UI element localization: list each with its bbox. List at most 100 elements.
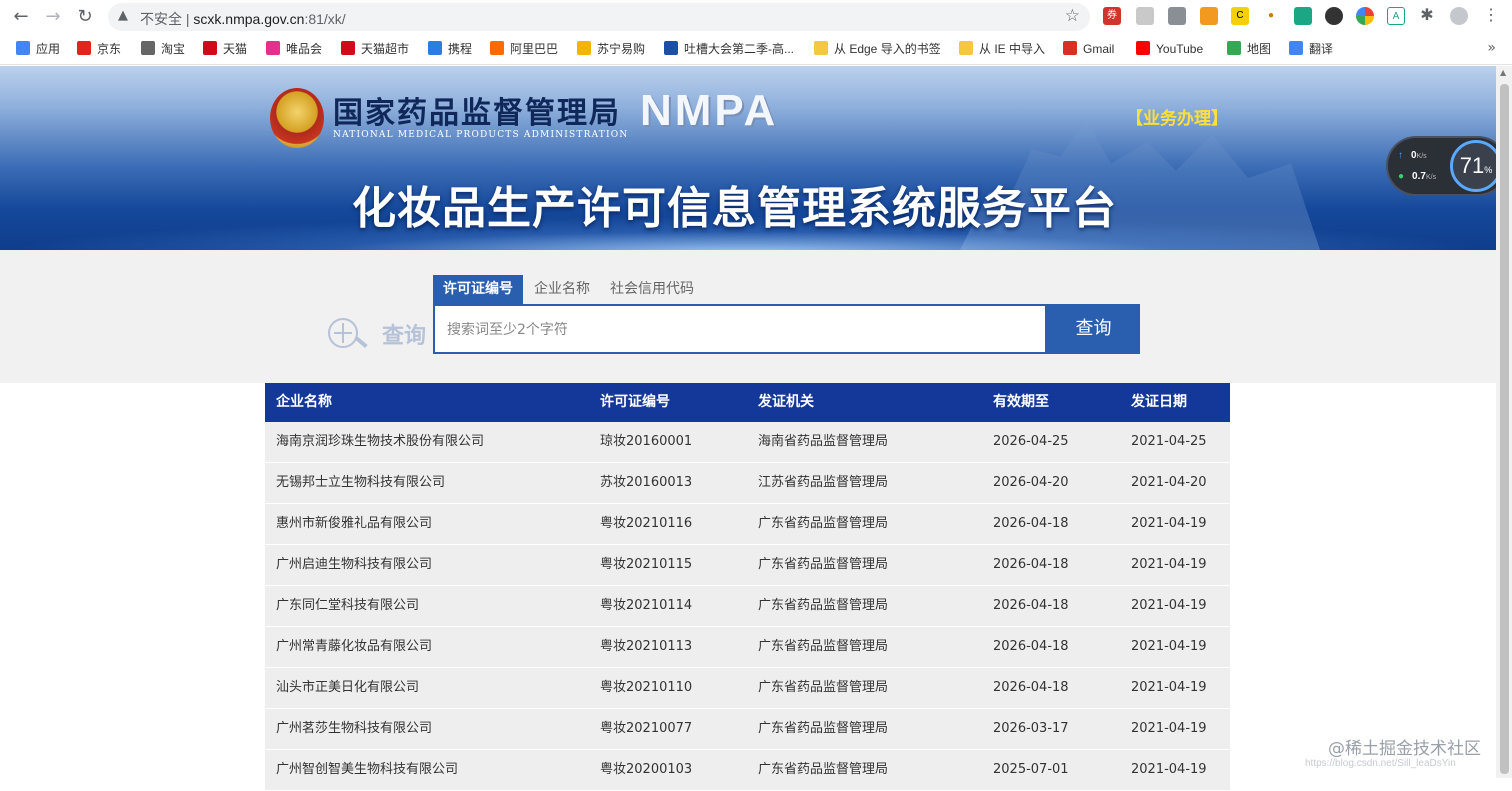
stack-extension-icon[interactable] xyxy=(1168,7,1186,25)
download-arrow-icon: ● xyxy=(1398,171,1405,182)
chrome-extension-icon[interactable] xyxy=(1356,7,1374,25)
ctrip-icon xyxy=(428,41,442,55)
watermark-url: https://blog.csdn.net/Sill_leaDsYin xyxy=(1305,758,1456,769)
translate-extension-icon[interactable]: A xyxy=(1387,7,1405,25)
bookmark-label: 翻译 xyxy=(1309,42,1334,56)
address-bar[interactable]: ▲ 不安全 | scxk.nmpa.gov.cn:81/xk/ ☆ xyxy=(108,3,1090,31)
bookmark-label: 应用 xyxy=(36,42,61,56)
url-host: scxk.nmpa.gov.cn xyxy=(193,11,305,27)
cell-authority: 江苏省药品监督管理局 xyxy=(758,475,889,490)
globe-search-icon xyxy=(328,318,358,348)
cell-license: 粤妆20210116 xyxy=(600,516,693,531)
cell-company[interactable]: 惠州市新俊雅礼品有限公司 xyxy=(276,504,432,544)
suning-icon xyxy=(577,41,591,55)
table-row[interactable]: 海南京润珍珠生物技术股份有限公司 琼妆20160001 海南省药品监督管理局 2… xyxy=(265,422,1230,463)
bookmark-suning[interactable]: 苏宁易购 xyxy=(577,40,645,58)
cell-license: 粤妆20210113 xyxy=(600,639,693,654)
shield-extension-icon[interactable] xyxy=(1136,7,1154,25)
bookmark-taobao[interactable]: 淘宝 xyxy=(141,40,185,58)
bookmark-label: 京东 xyxy=(97,42,122,56)
watermark: @稀土掘金技术社区 xyxy=(1328,739,1481,759)
coupon-extension-icon[interactable]: 券 xyxy=(1103,7,1121,25)
circle-extension-icon[interactable] xyxy=(1325,7,1343,25)
scroll-up-arrow-icon[interactable]: ▲ xyxy=(1500,68,1506,77)
scrollbar-thumb[interactable] xyxy=(1500,84,1509,774)
more-bookmarks-icon[interactable]: » xyxy=(1487,40,1496,56)
cell-valid-until: 2026-03-17 xyxy=(993,721,1069,736)
bookmark-label: 淘宝 xyxy=(161,42,186,56)
cell-license: 琼妆20160001 xyxy=(600,434,693,449)
cat-extension-icon[interactable]: ● xyxy=(1262,7,1280,25)
table-row[interactable]: 广州常青藤化妆品有限公司 粤妆20210113 广东省药品监督管理局 2026-… xyxy=(265,627,1230,668)
percent-unit: % xyxy=(1484,165,1493,175)
back-icon[interactable]: ← xyxy=(9,5,33,29)
table-row[interactable]: 广州茗莎生物科技有限公司 粤妆20210077 广东省药品监督管理局 2026-… xyxy=(265,709,1230,750)
tab-company-name[interactable]: 企业名称 xyxy=(534,275,590,304)
menu-dots-icon[interactable]: ⋮ xyxy=(1482,7,1500,25)
lock-extension-icon[interactable] xyxy=(1200,7,1218,25)
forward-icon[interactable]: → xyxy=(41,5,65,29)
table-row[interactable]: 无锡邦士立生物科技有限公司 苏妆20160013 江苏省药品监督管理局 2026… xyxy=(265,463,1230,504)
bookmark-vip[interactable]: 唯品会 xyxy=(266,40,322,58)
translate-icon xyxy=(1289,41,1303,55)
cell-authority: 广东省药品监督管理局 xyxy=(758,680,889,695)
search-input[interactable] xyxy=(445,318,1029,342)
cell-license: 粤妆20210110 xyxy=(600,680,693,695)
bookmark-maps[interactable]: 地图 xyxy=(1227,40,1271,58)
bookmark-translate[interactable]: 翻译 xyxy=(1289,40,1333,58)
cell-company[interactable]: 广州茗莎生物科技有限公司 xyxy=(276,709,432,749)
cell-company[interactable]: 海南京润珍珠生物技术股份有限公司 xyxy=(276,422,484,462)
bookmark-star-icon[interactable]: ☆ xyxy=(1065,6,1080,26)
tab-credit-code[interactable]: 社会信用代码 xyxy=(610,275,694,304)
upload-arrow-icon: ↑ xyxy=(1398,150,1403,161)
search-button[interactable]: 查询 xyxy=(1047,304,1140,354)
alibaba-icon xyxy=(490,41,504,55)
table-row[interactable]: 惠州市新俊雅礼品有限公司 粤妆20210116 广东省药品监督管理局 2026-… xyxy=(265,504,1230,545)
bookmark-label: 苏宁易购 xyxy=(597,42,646,56)
globe-icon xyxy=(141,41,155,55)
cell-authority: 广东省药品监督管理局 xyxy=(758,557,889,572)
extensions-puzzle-icon[interactable]: ✱ xyxy=(1418,7,1436,25)
org-name-cn: 国家药品监督管理局 xyxy=(333,96,621,131)
cell-company[interactable]: 广州常青藤化妆品有限公司 xyxy=(276,627,432,667)
bookmark-youtube[interactable]: YouTube xyxy=(1136,40,1203,58)
table-row[interactable]: 广东同仁堂科技有限公司 粤妆20210114 广东省药品监督管理局 2026-0… xyxy=(265,586,1230,627)
header-issue-date: 发证日期 xyxy=(1131,394,1187,410)
cell-company[interactable]: 广州启迪生物科技有限公司 xyxy=(276,545,432,585)
bookmark-label: 从 Edge 导入的书签 xyxy=(834,42,941,56)
bookmark-ctrip[interactable]: 携程 xyxy=(428,40,472,58)
table-row[interactable]: 广州智创智美生物科技有限公司 粤妆20200103 广东省药品监督管理局 202… xyxy=(265,750,1230,791)
platform-title: 化妆品生产许可信息管理系统服务平台 xyxy=(352,183,1117,234)
bookmark-tucao[interactable]: 吐槽大会第二季-高... xyxy=(664,40,794,58)
url-text[interactable]: 不安全 | scxk.nmpa.gov.cn:81/xk/ xyxy=(140,9,346,29)
query-logo-text: 查询 xyxy=(382,324,427,349)
bookmark-label: 吐槽大会第二季-高... xyxy=(684,42,794,56)
cell-authority: 广东省药品监督管理局 xyxy=(758,639,889,654)
bookmark-jd[interactable]: 京东 xyxy=(77,40,121,58)
cell-license: 粤妆20210114 xyxy=(600,598,693,613)
grid-extension-icon[interactable] xyxy=(1294,7,1312,25)
bookmark-alibaba[interactable]: 阿里巴巴 xyxy=(490,40,558,58)
tab-license-number[interactable]: 许可证编号 xyxy=(433,275,523,304)
bookmark-ie-folder[interactable]: 从 IE 中导入 xyxy=(959,40,1045,58)
c-extension-icon[interactable]: C xyxy=(1231,7,1249,25)
cell-company[interactable]: 汕头市正美日化有限公司 xyxy=(276,668,419,708)
cell-company[interactable]: 广东同仁堂科技有限公司 xyxy=(276,586,419,626)
cell-authority: 广东省药品监督管理局 xyxy=(758,762,889,777)
cell-license: 粤妆20210115 xyxy=(600,557,693,572)
cell-company[interactable]: 广州智创智美生物科技有限公司 xyxy=(276,750,458,790)
bookmark-tmall[interactable]: 天猫 xyxy=(203,40,247,58)
bookmark-tmall-market[interactable]: 天猫超市 xyxy=(341,40,409,58)
reload-icon[interactable]: ↻ xyxy=(73,5,97,29)
cell-valid-until: 2026-04-18 xyxy=(993,639,1069,654)
business-link[interactable]: 【业务办理】 xyxy=(1126,104,1228,129)
header-authority: 发证机关 xyxy=(758,394,814,410)
bookmark-edge-folder[interactable]: 从 Edge 导入的书签 xyxy=(814,40,941,58)
bookmark-apps[interactable]: 应用 xyxy=(16,40,60,58)
bookmark-gmail[interactable]: Gmail xyxy=(1063,40,1114,58)
table-row[interactable]: 汕头市正美日化有限公司 粤妆20210110 广东省药品监督管理局 2026-0… xyxy=(265,668,1230,709)
bookmark-label: Gmail xyxy=(1083,42,1115,56)
profile-avatar-icon[interactable] xyxy=(1450,7,1468,25)
table-row[interactable]: 广州启迪生物科技有限公司 粤妆20210115 广东省药品监督管理局 2026-… xyxy=(265,545,1230,586)
cell-company[interactable]: 无锡邦士立生物科技有限公司 xyxy=(276,463,445,503)
